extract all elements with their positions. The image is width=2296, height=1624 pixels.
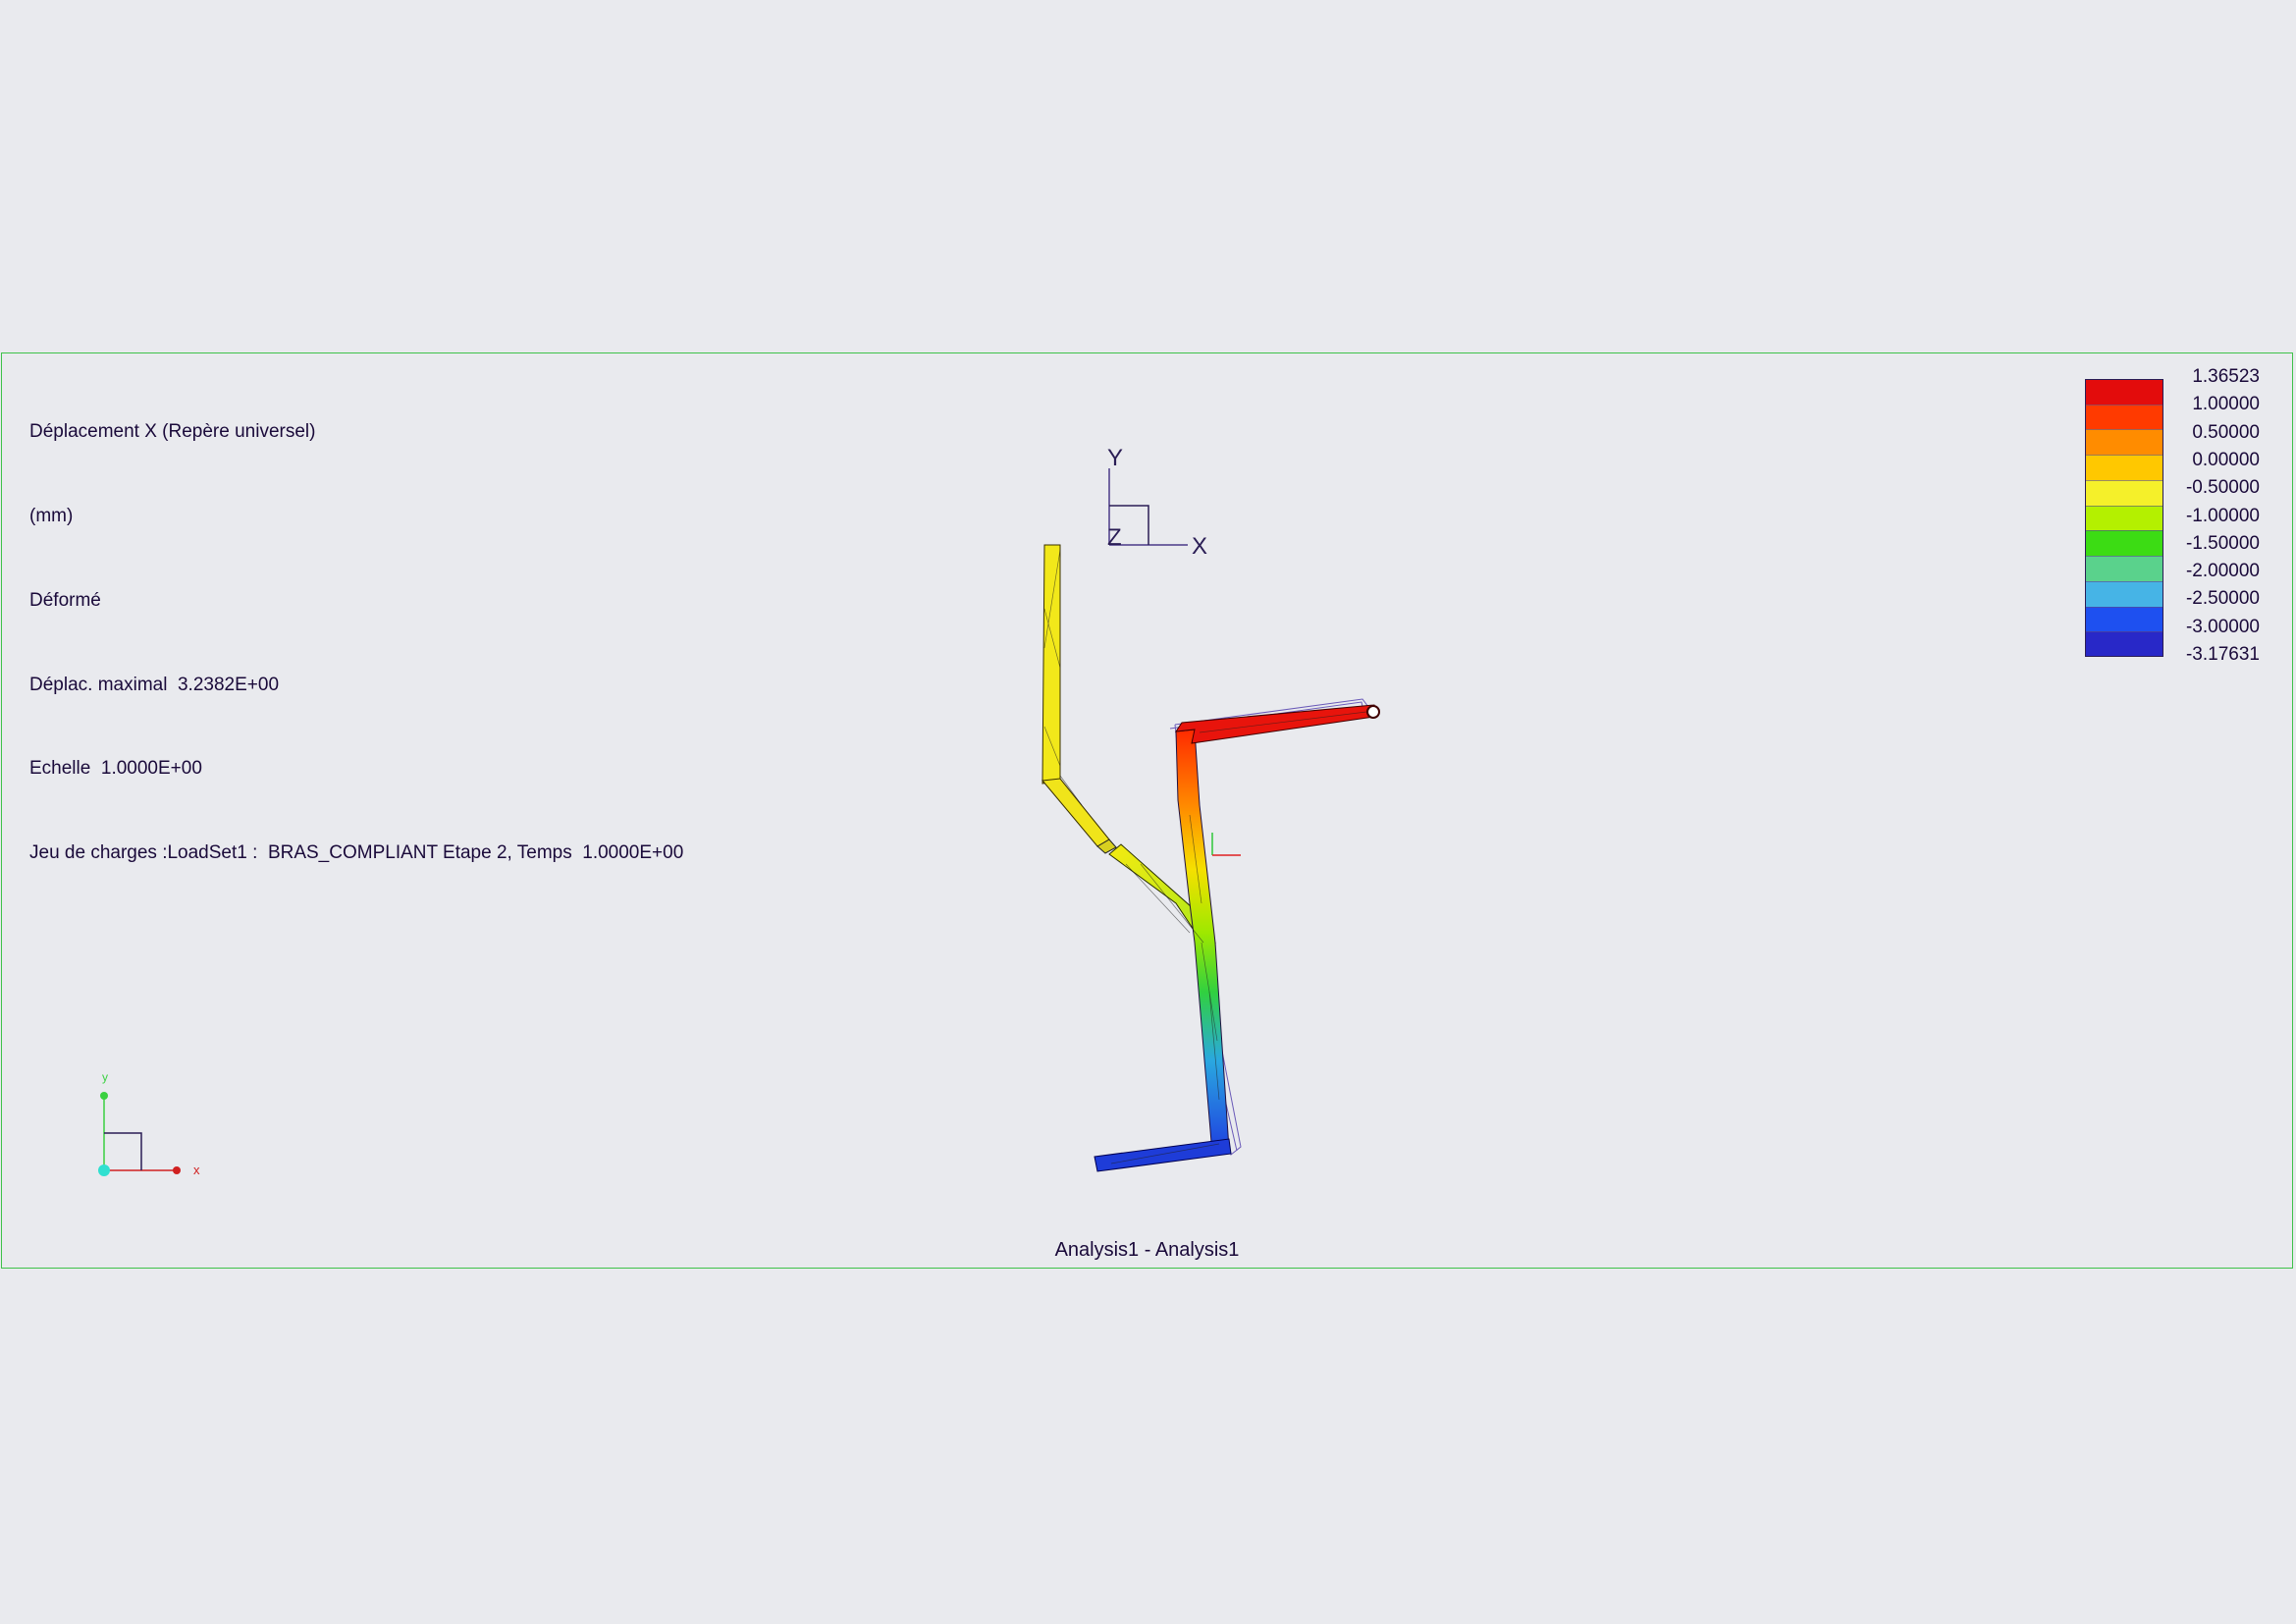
analysis-viewport[interactable]: Déplacement X (Repère universel) (mm) Dé… — [1, 352, 2293, 1269]
model-scene[interactable]: Y X Z y x — [2, 353, 2294, 1270]
left-bar — [1041, 544, 1061, 785]
mini-x-label: x — [193, 1163, 200, 1177]
bottom-foot — [1094, 1138, 1232, 1172]
mini-y-label: y — [102, 1070, 108, 1084]
upper-diagonal — [1041, 778, 1110, 847]
end-pin — [1366, 705, 1380, 719]
analysis-footer: Analysis1 - Analysis1 — [1054, 1239, 1240, 1261]
deformed-part — [1041, 544, 1380, 1172]
triad-z-label: Z — [1107, 524, 1122, 551]
triad-x-label: X — [1192, 533, 1207, 560]
mini-axes: y x — [98, 1070, 200, 1177]
view-triad: Y X Z — [1107, 445, 1207, 560]
local-csys — [1211, 833, 1241, 856]
triad-y-label: Y — [1107, 445, 1123, 471]
